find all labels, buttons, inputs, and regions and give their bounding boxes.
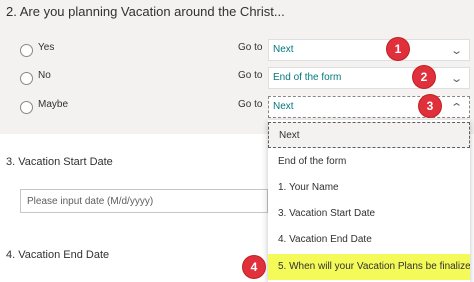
- branch-dropdown-menu: Next End of the form 1. Your Name 3. Vac…: [268, 120, 470, 282]
- goto-label-no: Go to: [238, 70, 263, 81]
- option-row-maybe: Maybe Go to Next ⌃: [0, 96, 474, 118]
- option-label-yes: Yes: [38, 42, 55, 53]
- option-label-maybe: Maybe: [38, 99, 69, 110]
- chevron-down-icon: ⌄: [449, 73, 463, 85]
- annotation-badge-3: 3: [419, 95, 441, 117]
- branch-select-no-value: End of the form: [273, 72, 342, 83]
- option-row-no: No Go to End of the form ⌄: [0, 67, 474, 89]
- start-date-input[interactable]: [21, 190, 267, 212]
- chevron-down-icon: ⌄: [449, 45, 463, 57]
- question-2-title: 2. Are you planning Vacation around the …: [6, 4, 285, 19]
- dropdown-item[interactable]: 3. Vacation Start Date: [268, 201, 470, 227]
- radio-no[interactable]: [20, 72, 33, 85]
- branch-select-yes-value: Next: [273, 44, 294, 55]
- annotation-badge-4: 4: [243, 256, 265, 278]
- goto-label-yes: Go to: [238, 42, 263, 53]
- question-2-section: 2. Are you planning Vacation around the …: [0, 0, 474, 134]
- option-label-no: No: [38, 70, 51, 81]
- question-3-title: 3. Vacation Start Date: [6, 156, 113, 168]
- dropdown-item[interactable]: End of the form: [268, 149, 470, 175]
- dropdown-item[interactable]: 1. Your Name: [268, 175, 470, 201]
- chevron-up-icon: ⌃: [449, 102, 463, 114]
- dropdown-item-highlighted[interactable]: 5. When will your Vacation Plans be fina…: [268, 254, 470, 280]
- branch-select-maybe-value: Next: [273, 101, 294, 112]
- branch-select-yes[interactable]: Next ⌄: [268, 39, 470, 61]
- question-4-title: 4. Vacation End Date: [6, 249, 110, 261]
- radio-maybe[interactable]: [20, 101, 33, 114]
- radio-yes[interactable]: [20, 44, 33, 57]
- dropdown-item[interactable]: Next: [268, 122, 470, 148]
- branch-select-no[interactable]: End of the form ⌄: [268, 67, 470, 89]
- start-date-input-box: [20, 189, 268, 213]
- annotation-badge-1: 1: [387, 38, 409, 60]
- dropdown-item[interactable]: 4. Vacation End Date: [268, 227, 470, 253]
- annotation-badge-2: 2: [413, 66, 435, 88]
- goto-label-maybe: Go to: [238, 99, 263, 110]
